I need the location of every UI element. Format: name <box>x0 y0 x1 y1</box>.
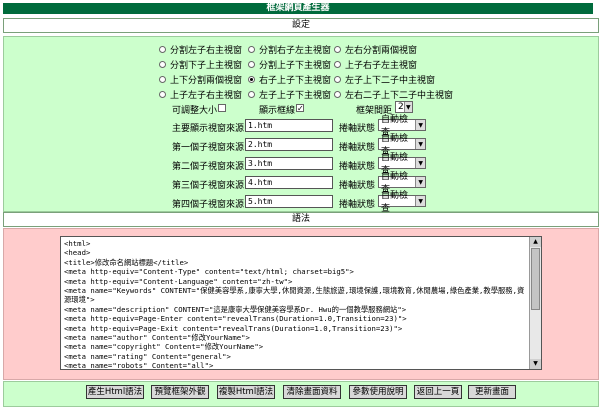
frame-source-label: 第二個子視窗來源 <box>172 162 245 172</box>
code-line: <meta name="Keywords" CONTENT="保健美容學系,康寧… <box>64 286 525 305</box>
scroll-state-select[interactable]: 自動檢查 ▼ <box>378 134 426 157</box>
layout-option-label: 分割右子左主視窗 <box>259 45 332 56</box>
layout-option-label: 分割下子上主視窗 <box>170 60 243 71</box>
layout-option-label: 上子右子左主視窗 <box>345 60 418 71</box>
scroll-state-label: 捲軸狀態 <box>339 200 376 210</box>
radio-button[interactable] <box>248 90 255 98</box>
layout-option-label: 分割上子下主視窗 <box>259 60 332 71</box>
code-line: <head> <box>64 248 91 258</box>
layout-option-label: 左右二子上下二子中主視窗 <box>345 90 454 101</box>
frame-source-input[interactable]: 2.htm <box>245 138 333 151</box>
frame-source-input[interactable]: 5.htm <box>245 195 333 208</box>
code-line: <meta name="description" CONTENT="這是康寧大學… <box>64 304 407 314</box>
code-line: <html> <box>64 239 91 248</box>
syntax-header: 語法 <box>3 212 599 227</box>
scroll-state-select[interactable]: 自動檢查 ▼ <box>378 115 426 138</box>
layout-option-label: 左右分割兩個視窗 <box>345 45 418 56</box>
action-button[interactable]: 返回上一頁 <box>414 385 462 399</box>
dropdown-arrow-icon[interactable]: ▼ <box>415 196 425 206</box>
page-title: 框架網頁產生器 <box>3 3 593 14</box>
frame-source-label: 第一個子視窗來源 <box>172 143 245 153</box>
layout-option[interactable]: 上子右子左主視窗 <box>334 58 418 71</box>
dropdown-arrow-icon[interactable]: ▼ <box>403 102 412 112</box>
radio-button[interactable] <box>334 45 341 53</box>
layout-option-label: 上子左子右主視窗 <box>170 90 243 101</box>
settings-header: 設定 <box>3 18 599 33</box>
layout-option[interactable]: 左子上下二子中主視窗 <box>334 73 436 86</box>
frame-source-label: 第三個子視窗來源 <box>172 181 245 191</box>
scroll-state-label: 捲軸狀態 <box>339 181 376 191</box>
radio-button[interactable] <box>159 75 166 83</box>
frame-source-input[interactable]: 4.htm <box>245 176 333 189</box>
code-line: <meta http-equiv="Content-Type" content=… <box>64 267 354 277</box>
code-line: <meta http-equiv=Page-Enter content="rev… <box>64 314 407 324</box>
border-checkbox[interactable]: ✓ <box>296 104 304 113</box>
action-button[interactable]: 複製Html語法 <box>217 385 275 399</box>
frame-generator-page: 框架網頁產生器 設定 分割左子右主視窗 分割右子左主視窗 左右分割兩個視窗分割下子上… <box>0 0 600 407</box>
scroll-state-select[interactable]: 自動檢查 ▼ <box>378 153 426 176</box>
dropdown-arrow-icon[interactable]: ▼ <box>415 120 425 130</box>
action-button[interactable]: 參數使用說明 <box>349 385 407 399</box>
radio-button[interactable] <box>334 60 341 68</box>
dropdown-arrow-icon[interactable]: ▼ <box>415 158 425 168</box>
radio-button[interactable] <box>159 45 166 53</box>
layout-option[interactable]: 左右二子上下二子中主視窗 <box>334 88 454 101</box>
layout-option[interactable]: 分割下子上主視窗 <box>159 58 243 71</box>
layout-option-label: 上下分割兩個視窗 <box>170 75 243 86</box>
code-line: <meta http-equiv="Content-Language" cont… <box>64 276 293 286</box>
scroll-state-label: 捲軸狀態 <box>339 143 376 153</box>
scroll-state-select[interactable]: 自動檢查 ▼ <box>378 172 426 195</box>
frame-source-input[interactable]: 1.htm <box>245 119 333 132</box>
radio-button[interactable] <box>334 90 341 98</box>
action-button[interactable]: 清除畫面資料 <box>283 385 341 399</box>
layout-option-label: 分割左子右主視窗 <box>170 45 243 56</box>
scroll-state-value: 自動檢查 <box>381 191 409 214</box>
scroll-state-label: 捲軸狀態 <box>339 162 376 172</box>
frame-source-label: 第四個子視窗來源 <box>172 200 245 210</box>
html-code-content: <html> <head> <title>修改命名網站標題</title> <meta… <box>64 239 526 370</box>
layout-option[interactable]: 分割左子右主視窗 <box>159 43 243 56</box>
radio-button[interactable] <box>248 75 255 83</box>
resizable-checkbox[interactable] <box>218 104 226 112</box>
layout-option[interactable]: 上子左子右主視窗 <box>159 88 243 101</box>
action-button[interactable]: 更新畫面 <box>468 385 516 399</box>
radio-button[interactable] <box>159 90 166 98</box>
frame-source-input[interactable]: 3.htm <box>245 157 333 170</box>
layout-option[interactable]: 左右分割兩個視窗 <box>334 43 418 56</box>
scroll-thumb[interactable] <box>531 248 540 310</box>
layout-option[interactable]: 分割右子左主視窗 <box>248 43 332 56</box>
code-line: <title>修改命名網站標題</title> <box>64 257 189 267</box>
frame-source-label: 主要顯示視窗來源 <box>172 124 245 134</box>
code-line: <meta name="robots" Content="all"> <box>64 361 214 370</box>
border-label: 顯示框線 <box>259 106 296 116</box>
scroll-down-arrow-icon[interactable]: ▼ <box>530 359 541 369</box>
scroll-state-label: 捲軸狀態 <box>339 124 376 134</box>
radio-button[interactable] <box>248 60 255 68</box>
code-line: <meta name="copyright" Content="修改YourNa… <box>64 342 264 352</box>
resizable-label: 可調整大小 <box>172 106 218 116</box>
code-line: <meta name="rating" Content="general"> <box>64 351 231 361</box>
layout-option[interactable]: 右子上子下主視窗 <box>248 73 332 86</box>
action-button[interactable]: 產生Html語法 <box>86 385 144 399</box>
action-button[interactable]: 預覽框架外觀 <box>151 385 209 399</box>
dropdown-arrow-icon[interactable]: ▼ <box>415 139 425 149</box>
layout-option[interactable]: 分割上子下主視窗 <box>248 58 332 71</box>
code-line: <meta name="author" Content="修改YourName"… <box>64 333 250 343</box>
radio-button[interactable] <box>334 75 341 83</box>
layout-option[interactable]: 上下分割兩個視窗 <box>159 73 243 86</box>
layout-option-label: 左子上下二子中主視窗 <box>345 75 436 86</box>
code-scrollbar[interactable]: ▲ ▼ <box>529 237 541 369</box>
scroll-up-arrow-icon[interactable]: ▲ <box>530 237 541 247</box>
radio-button[interactable] <box>248 45 255 53</box>
radio-button[interactable] <box>159 60 166 68</box>
code-line: <meta http-equiv=Page-Exit content="reve… <box>64 323 403 333</box>
layout-option[interactable]: 左子上子下主視窗 <box>248 88 332 101</box>
layout-option-label: 右子上子下主視窗 <box>259 75 332 86</box>
scroll-state-select[interactable]: 自動檢查 ▼ <box>378 191 426 214</box>
dropdown-arrow-icon[interactable]: ▼ <box>415 177 425 187</box>
layout-option-label: 左子上子下主視窗 <box>259 90 332 101</box>
html-code-textarea[interactable]: <html> <head> <title>修改命名網站標題</title> <meta… <box>60 236 542 370</box>
